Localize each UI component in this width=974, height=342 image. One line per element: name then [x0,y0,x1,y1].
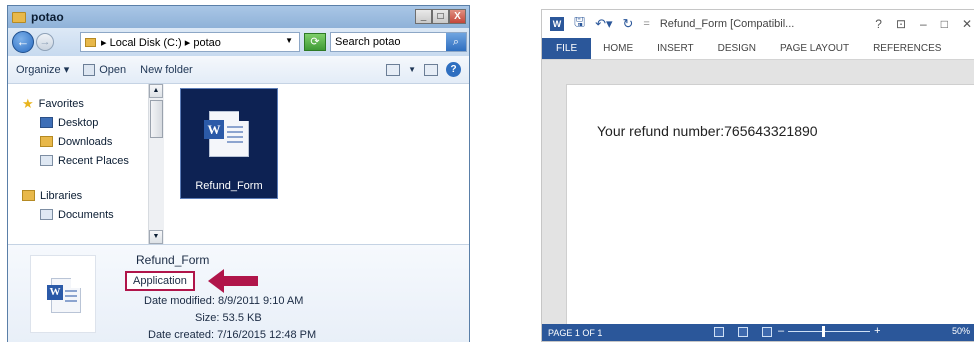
file-name: Refund_Form [195,180,263,192]
refresh-button[interactable]: ⟳ [304,33,326,51]
maximize-button[interactable]: □ [432,9,449,24]
chevron-down-icon[interactable]: ▼ [408,65,416,74]
file-thumbnail: W [30,255,96,333]
minimize-button[interactable]: _ [415,9,432,24]
zoom-slider: – + [778,325,881,337]
close-button[interactable]: ✕ [962,17,972,31]
ribbon-display-button[interactable]: ⊡ [896,17,906,31]
word-window: W 🖫 ↶▾ ↻ = Refund_Form [Compatibil... ? … [541,9,974,342]
forward-button[interactable]: → [36,33,54,51]
explorer-titlebar[interactable]: potao _ □ X [8,6,469,28]
tab-references[interactable]: REFERENCES [861,38,953,59]
details-file-type: Application [125,271,195,291]
navigation-pane: ★ Favorites Desktop Downloads Recent Pla… [8,84,164,244]
tab-insert[interactable]: INSERT [645,38,706,59]
page-indicator[interactable]: PAGE 1 OF 1 [548,328,602,338]
zoom-out-button[interactable]: – [778,325,784,337]
details-created: Date created: 7/16/2015 12:48 PM [148,329,317,341]
window-controls: _ □ X [415,9,466,24]
help-icon[interactable]: ? [446,62,461,77]
details-file-name: Refund_Form [136,253,210,267]
explorer-toolbar: Organize ▾ Open New folder ▼ ? [8,56,469,84]
explorer-window: potao _ □ X ← → ▸ Local Disk (C:) ▸ pota… [7,5,470,342]
ribbon-tabs: FILE HOME INSERT DESIGN PAGE LAYOUT REFE… [542,38,974,60]
nav-item-favorites[interactable]: ★ Favorites [22,94,164,113]
zoom-in-button[interactable]: + [874,325,880,337]
word-logo-icon: W [550,17,564,31]
minimize-button[interactable]: – [920,17,927,31]
search-icon[interactable]: ⌕ [446,33,466,51]
search-placeholder: Search potao [335,36,401,48]
file-item-refund-form[interactable]: W Refund_Form [180,88,278,199]
desktop-icon [40,117,53,128]
zoom-level[interactable]: 50% [952,326,970,336]
help-button[interactable]: ? [875,17,882,31]
word-document-icon: W [204,111,249,157]
redo-icon[interactable]: ↻ [623,16,634,32]
explorer-body: ★ Favorites Desktop Downloads Recent Pla… [8,84,469,244]
highlight-arrow-icon [208,269,258,293]
word-window-controls: ? ⊡ – □ ✕ [875,17,972,31]
nav-item-desktop[interactable]: Desktop [22,113,164,132]
view-buttons [714,327,772,337]
document-text: Your refund number:765643321890 [597,123,818,139]
organize-button[interactable]: Organize ▾ [16,63,69,76]
word-titlebar[interactable]: W 🖫 ↶▾ ↻ = Refund_Form [Compatibil... ? … [542,10,974,38]
details-size: Size: 53.5 KB [195,312,262,324]
chevron-down-icon[interactable]: ▼ [285,36,293,45]
maximize-button[interactable]: □ [941,17,948,31]
nav-scrollbar[interactable]: ▲ ▼ [148,84,164,244]
document-canvas: Your refund number:765643321890 [542,60,974,341]
address-input[interactable]: ▸ Local Disk (C:) ▸ potao ▼ [80,32,300,52]
details-modified: Date modified: 8/9/2011 9:10 AM [144,295,304,307]
scroll-up-icon[interactable]: ▲ [149,84,163,98]
search-input[interactable]: Search potao ⌕ [330,32,467,52]
close-button[interactable]: X [449,9,466,24]
recent-places-icon [40,155,53,166]
folder-icon [85,37,96,47]
tab-design[interactable]: DESIGN [706,38,768,59]
zoom-thumb[interactable] [822,325,826,337]
open-button[interactable]: Open [83,63,126,76]
address-path: ▸ Local Disk (C:) ▸ potao [101,36,221,49]
read-mode-icon[interactable] [714,327,724,337]
nav-item-documents[interactable]: Documents [22,205,164,224]
scroll-thumb[interactable] [150,100,163,138]
back-button[interactable]: ← [12,31,34,53]
undo-icon[interactable]: ↶▾ [595,16,612,32]
documents-icon [40,209,53,220]
view-controls: ▼ ? [386,62,461,77]
file-list: W Refund_Form [166,84,469,244]
status-bar: PAGE 1 OF 1 – + 50% [542,324,974,341]
preview-pane-icon[interactable] [424,63,438,76]
star-icon: ★ [22,96,34,111]
downloads-icon [40,136,53,147]
address-bar: ← → ▸ Local Disk (C:) ▸ potao ▼ ⟳ Search… [8,28,469,56]
scroll-down-icon[interactable]: ▼ [149,230,163,244]
new-folder-button[interactable]: New folder [140,64,193,76]
folder-icon [12,11,26,23]
tab-page-layout[interactable]: PAGE LAYOUT [768,38,861,59]
details-pane: W Refund_Form Application Date modified:… [8,244,469,342]
zoom-track[interactable] [788,325,871,337]
nav-item-downloads[interactable]: Downloads [22,132,164,151]
tab-home[interactable]: HOME [591,38,645,59]
web-layout-icon[interactable] [762,327,772,337]
customize-qat-icon[interactable]: = [643,18,649,30]
tab-file[interactable]: FILE [542,38,592,59]
nav-item-recent-places[interactable]: Recent Places [22,151,164,170]
nav-item-libraries[interactable]: Libraries [22,186,164,205]
explorer-title: potao [31,10,64,24]
print-layout-icon[interactable] [738,327,748,337]
save-icon[interactable]: 🖫 [574,13,585,35]
libraries-icon [22,190,35,201]
word-document-icon: W [47,278,81,313]
open-icon [83,63,96,76]
document-page[interactable]: Your refund number:765643321890 [566,84,974,341]
word-title: Refund_Form [Compatibil... [659,18,795,30]
change-view-icon[interactable] [386,63,401,76]
